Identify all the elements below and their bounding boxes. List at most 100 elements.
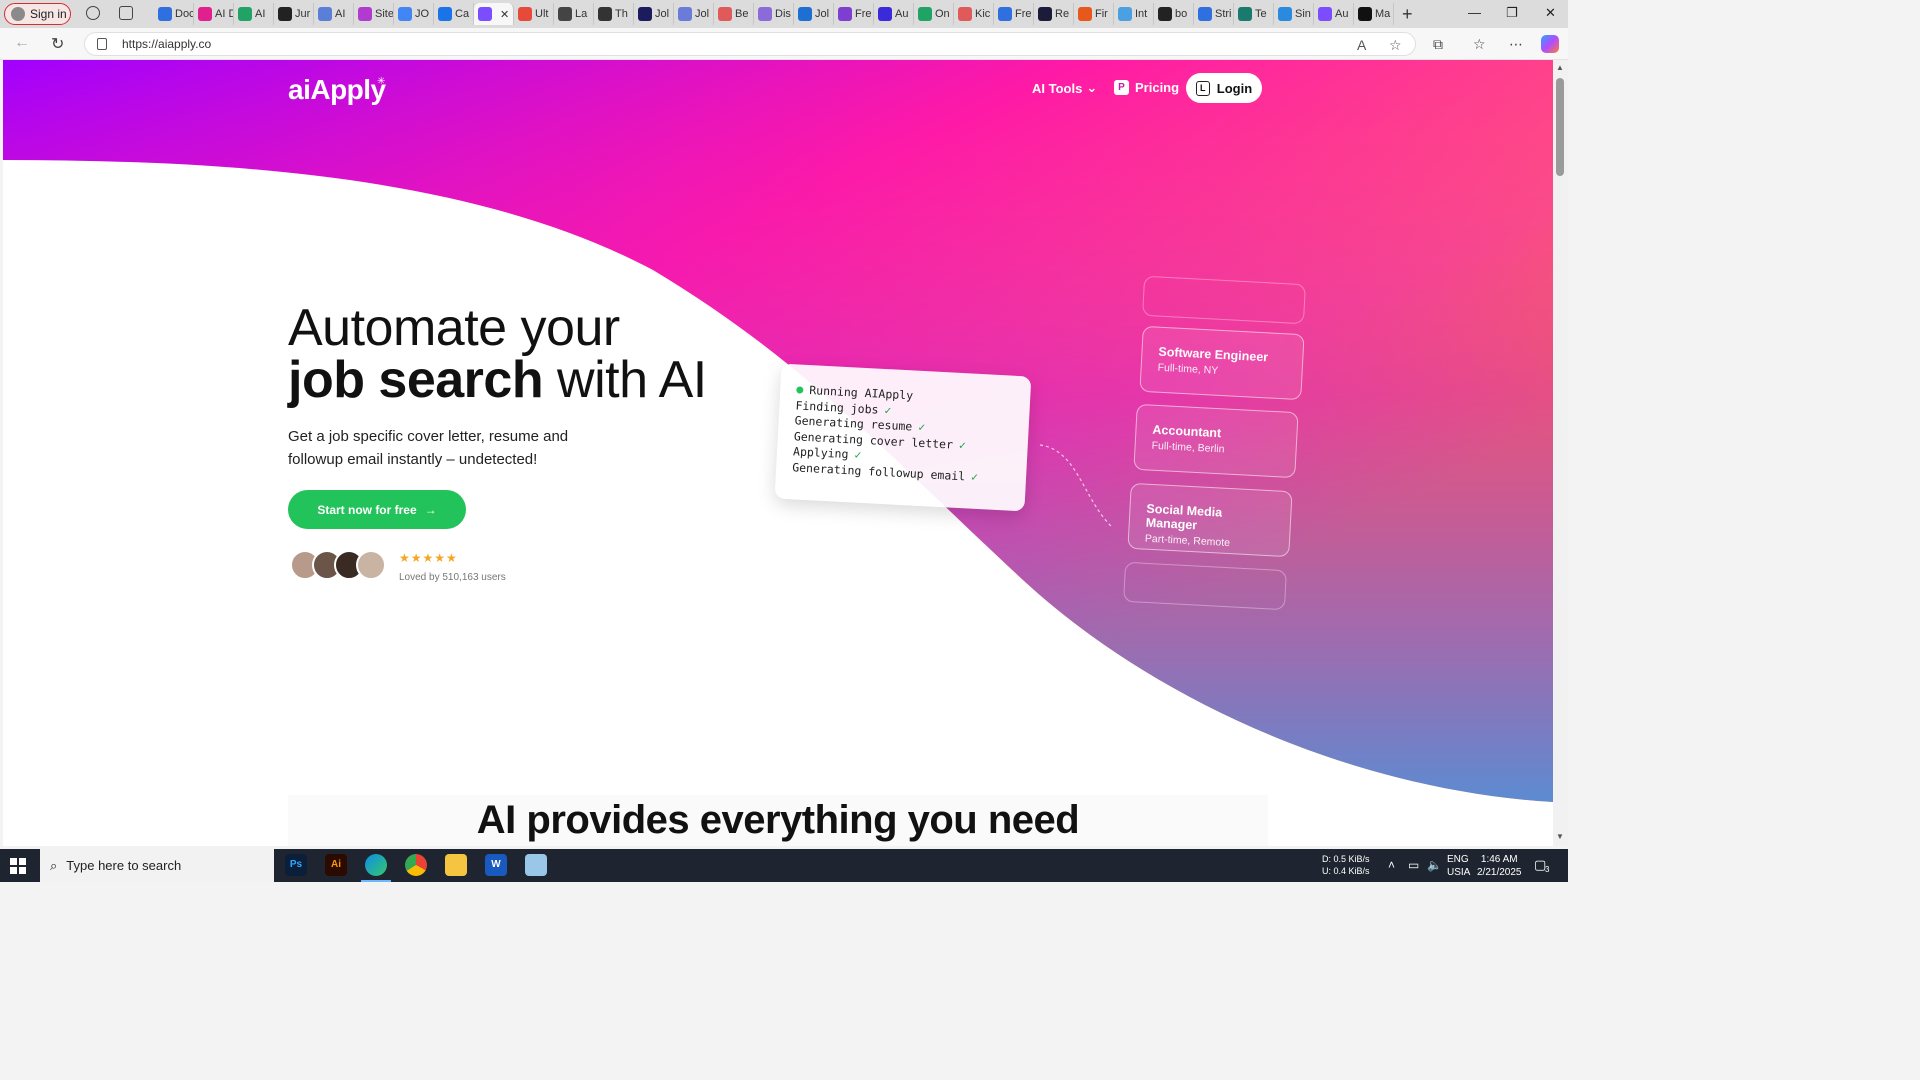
checkmark-icon: ✓ xyxy=(854,447,862,462)
edge-browser-icon[interactable] xyxy=(365,854,387,876)
network-icon[interactable]: ▭ xyxy=(1408,858,1419,872)
photoshop-icon[interactable]: Ps xyxy=(285,854,307,876)
browser-tab[interactable]: Re xyxy=(1034,3,1074,25)
url-text[interactable]: https://aiapply.co xyxy=(122,37,211,51)
tab-label: Sin xyxy=(1295,8,1311,20)
taskbar-clock[interactable]: 1:46 AM 2/21/2025 xyxy=(1477,853,1522,879)
browser-tab[interactable]: Ult xyxy=(514,3,554,25)
word-icon[interactable]: W xyxy=(485,854,507,876)
net-down: D: 0.5 KiB/s xyxy=(1322,854,1370,864)
signin-label: Sign in xyxy=(30,7,67,21)
browser-tab[interactable]: JO xyxy=(394,3,434,25)
browser-tab[interactable]: bo xyxy=(1154,3,1194,25)
browser-tab[interactable]: Sin xyxy=(1274,3,1314,25)
workspaces-icon[interactable] xyxy=(86,6,100,20)
minimize-window-button[interactable]: — xyxy=(1468,5,1481,20)
browser-tab[interactable]: Jol xyxy=(634,3,674,25)
start-now-button[interactable]: Start now for free → xyxy=(288,490,466,529)
volume-icon[interactable]: 🔈 xyxy=(1427,858,1442,872)
lock-icon xyxy=(97,38,107,50)
tab-favicon-icon xyxy=(1118,7,1132,21)
browser-tab[interactable]: Fre xyxy=(994,3,1034,25)
scroll-up-icon[interactable]: ▲ xyxy=(1556,63,1564,72)
browser-tab[interactable]: On xyxy=(914,3,954,25)
scroll-down-icon[interactable]: ▼ xyxy=(1556,832,1564,841)
nav-ai-tools-dropdown[interactable]: AI Tools ⌄ xyxy=(1032,80,1097,96)
browser-tab[interactable]: Int xyxy=(1114,3,1154,25)
browser-tab[interactable]: AI xyxy=(314,3,354,25)
illustrator-icon[interactable]: Ai xyxy=(325,854,347,876)
browser-tab[interactable]: La xyxy=(554,3,594,25)
tray-chevron-up-icon[interactable]: ˄ xyxy=(1388,858,1395,872)
browser-tab[interactable]: Fre xyxy=(834,3,874,25)
tab-label: Fir xyxy=(1095,8,1108,20)
browser-tab[interactable]: Jol xyxy=(794,3,834,25)
profile-signin-button[interactable]: Sign in xyxy=(4,3,71,25)
browser-tab[interactable]: Th xyxy=(594,3,634,25)
tab-label: Int xyxy=(1135,8,1148,20)
chrome-icon[interactable] xyxy=(405,854,427,876)
browser-tab[interactable]: Au xyxy=(1314,3,1354,25)
section-title: AI provides everything you need xyxy=(476,798,1080,842)
windows-taskbar: ⌕ Type here to search Ps Ai W D: 0.5 KiB… xyxy=(0,849,1568,882)
job-card-placeholder xyxy=(1123,561,1287,611)
taskbar-search-placeholder: Type here to search xyxy=(66,858,182,873)
browser-tab[interactable]: Kic xyxy=(954,3,994,25)
tab-favicon-icon xyxy=(958,7,972,21)
refresh-icon[interactable]: ↻ xyxy=(51,34,64,54)
restore-window-button[interactable]: ❐ xyxy=(1506,5,1518,21)
browser-tab[interactable]: Te xyxy=(1234,3,1274,25)
copilot-icon[interactable] xyxy=(1541,35,1559,53)
taskbar-search-box[interactable]: ⌕ Type here to search xyxy=(40,849,274,882)
nav-pricing-link[interactable]: P Pricing xyxy=(1114,80,1179,95)
site-logo[interactable]: aiApply xyxy=(288,74,386,106)
browser-tab[interactable]: Be xyxy=(714,3,754,25)
more-menu-icon[interactable]: ⋯ xyxy=(1509,36,1523,53)
notepad-icon[interactable] xyxy=(525,854,547,876)
connector-dashed-line xyxy=(1039,444,1114,529)
browser-tab[interactable]: Dis xyxy=(754,3,794,25)
browser-tab[interactable]: AI xyxy=(234,3,274,25)
favorites-icon[interactable]: ☆ xyxy=(1473,36,1486,53)
windows-start-icon[interactable] xyxy=(10,858,26,874)
scrollbar-thumb[interactable] xyxy=(1556,78,1564,176)
browser-tab[interactable]: AI D xyxy=(194,3,234,25)
tab-favicon-icon xyxy=(558,7,572,21)
browser-tab[interactable]: Fir xyxy=(1074,3,1114,25)
user-avatars xyxy=(290,550,386,580)
tab-label: Site xyxy=(375,8,394,20)
job-card: Accountant Full-time, Berlin xyxy=(1133,403,1299,479)
file-explorer-icon[interactable] xyxy=(445,854,467,876)
tab-label: On xyxy=(935,8,950,20)
new-tab-button[interactable]: + xyxy=(1402,4,1413,25)
tab-label: Jol xyxy=(815,8,830,20)
login-button[interactable]: L Login xyxy=(1186,73,1262,103)
language-indicator[interactable]: ENG USIA xyxy=(1447,853,1470,879)
browser-tab[interactable]: Ma xyxy=(1354,3,1394,25)
browser-tab[interactable]: Au xyxy=(874,3,914,25)
read-aloud-icon[interactable]: A xyxy=(1357,37,1366,53)
logo-sparkle-icon: ✳ xyxy=(377,76,386,87)
browser-tab[interactable]: Stri xyxy=(1194,3,1234,25)
network-speed: D: 0.5 KiB/s U: 0.4 KiB/s xyxy=(1322,853,1370,877)
browser-tab[interactable]: Jol xyxy=(674,3,714,25)
checkmark-icon: ✓ xyxy=(917,419,926,435)
login-badge-icon: L xyxy=(1195,80,1210,96)
browser-tab[interactable]: Jur xyxy=(274,3,314,25)
browser-tab[interactable]: Site xyxy=(354,3,394,25)
back-arrow-icon[interactable]: ← xyxy=(14,34,30,52)
browser-tab[interactable]: ✕ xyxy=(474,3,514,25)
address-bar[interactable]: https://aiapply.co A ☆ xyxy=(84,32,1416,56)
favorite-star-icon[interactable]: ☆ xyxy=(1389,37,1402,54)
close-window-button[interactable]: ✕ xyxy=(1545,5,1556,21)
close-tab-icon[interactable]: ✕ xyxy=(500,8,509,21)
tab-label: Ma xyxy=(1375,8,1391,20)
tab-favicon-icon xyxy=(478,7,492,21)
job-card: Social Media Manager Part-time, Remote xyxy=(1127,482,1293,558)
browser-tab[interactable]: Ca xyxy=(434,3,474,25)
extensions-icon[interactable]: ⧉ xyxy=(1433,36,1443,53)
browser-tab[interactable]: Doc xyxy=(154,3,194,25)
page-scrollbar[interactable]: ▲ ▼ xyxy=(1553,60,1568,846)
tab-actions-icon[interactable] xyxy=(119,6,133,20)
job-subtitle: Part-time, Remote xyxy=(1144,532,1231,550)
